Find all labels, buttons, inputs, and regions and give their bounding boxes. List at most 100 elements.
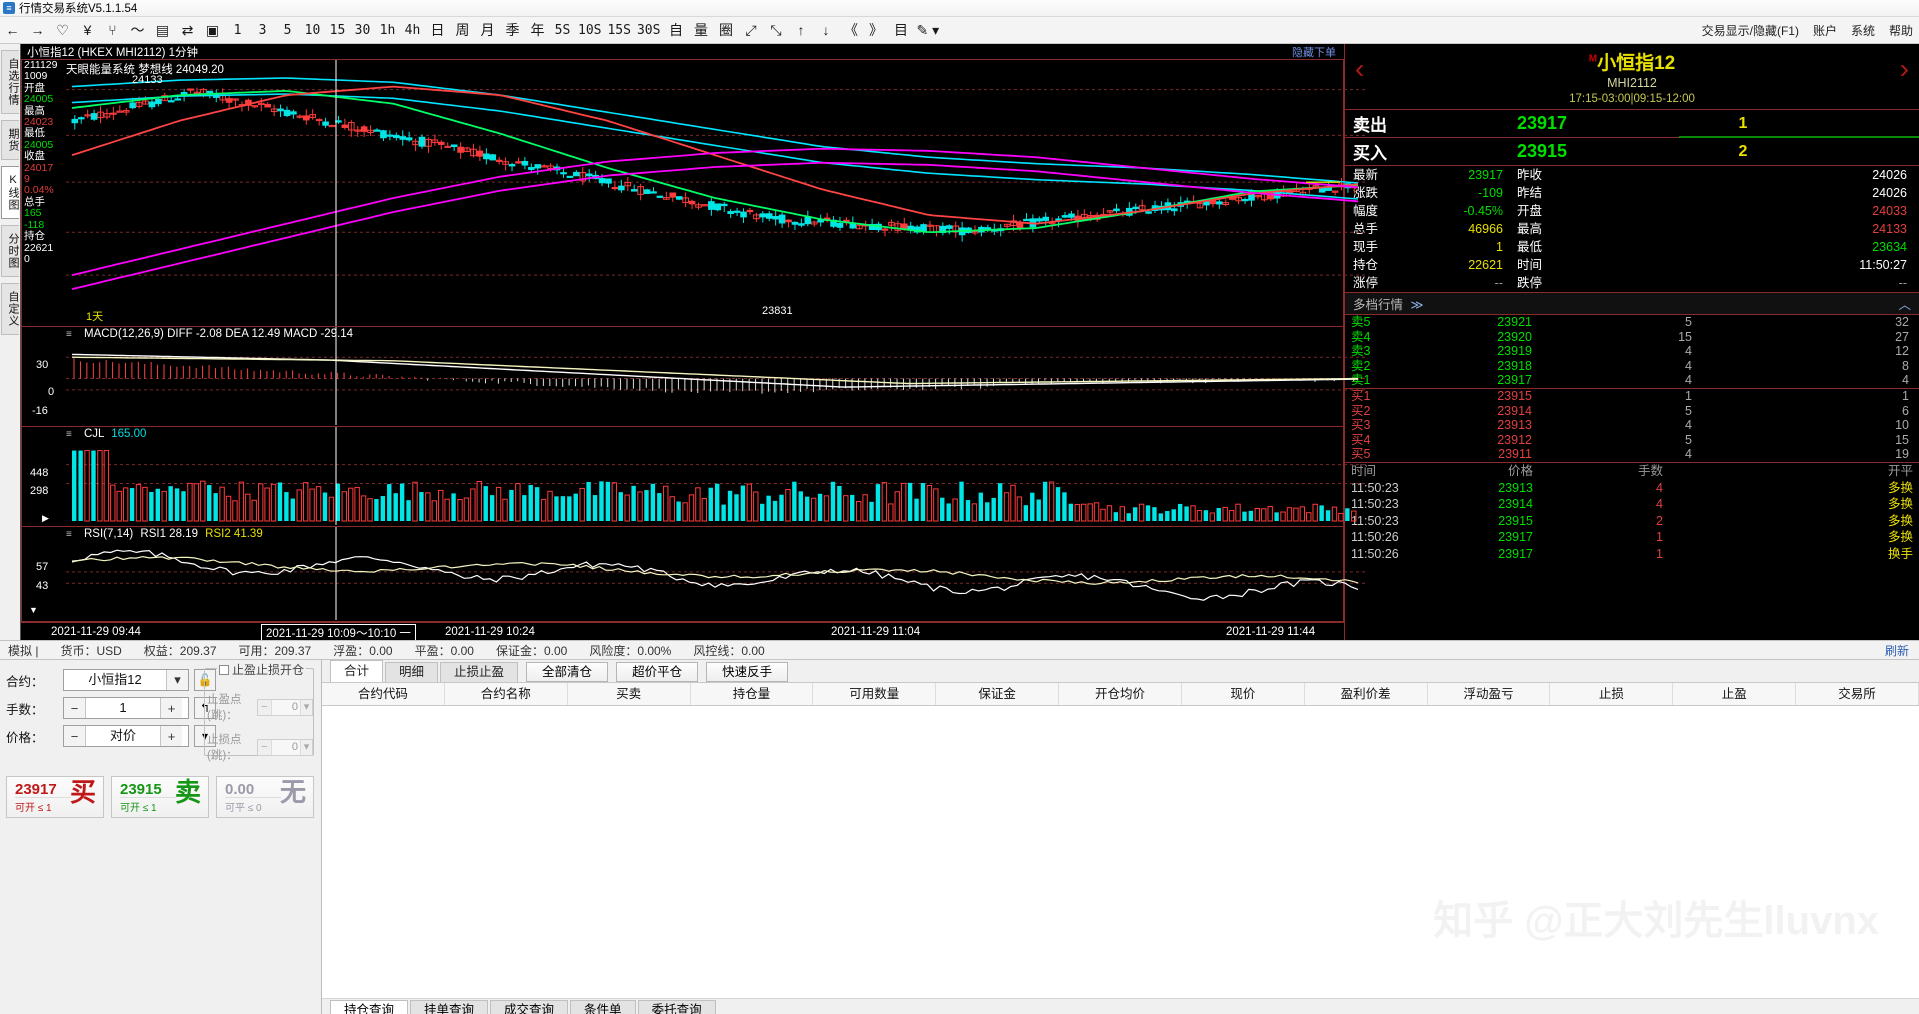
bid-book[interactable]: 买1 23915 1 1 买2 23914 5 6 买3 23913 4 10 买4 23912 5 15 买5… [1345,387,1919,462]
close-all-button[interactable]: 全部清仓 [526,662,609,682]
circle-mode-icon[interactable]: 圈 [713,17,738,43]
period-month[interactable]: 月 [475,17,500,43]
volume-toggle[interactable]: 量 [688,17,713,43]
book-row[interactable]: 买1 23915 1 1 [1345,389,1919,404]
price-chart-svg[interactable] [66,60,1366,326]
book-row[interactable]: 卖3 23919 4 12 [1345,344,1919,359]
volume-panel[interactable]: ≡ CJL 165.00 448 298 ▶ [21,427,1366,527]
tab-stoploss-takeprofit[interactable]: 止损止盈 [440,662,519,682]
column-header[interactable]: 持仓量 [691,683,814,705]
tab-pending-query[interactable]: 挂单查询 [410,1000,489,1014]
period-30[interactable]: 30 [350,17,375,43]
tick-row[interactable]: 11:50:26 23917 1 多换 [1345,529,1919,545]
yen-icon[interactable]: ¥ [75,17,100,43]
price-minus-button[interactable]: − [64,726,86,746]
zoom-in-icon[interactable]: ⤡ [763,17,788,43]
sidebar-item-futures[interactable]: 期货 [1,120,19,160]
column-header[interactable]: 止损 [1550,683,1674,705]
scroll-down-icon[interactable]: ↓ [813,17,838,43]
book-row[interactable]: 买5 23911 4 19 [1345,447,1919,462]
contract-dropdown-icon[interactable]: ▾ [166,670,188,690]
column-header[interactable]: 盈利价差 [1305,683,1428,705]
buy-button[interactable]: 23917 买 可开 ≤ 1 [6,776,104,818]
depth-collapse-icon[interactable]: ︿ [1898,294,1911,313]
sl-caret-icon[interactable]: ▾ [300,739,312,755]
book-row[interactable]: 卖5 23921 5 32 [1345,315,1919,330]
take-profit-stepper[interactable]: − 0 ▾ [257,698,313,716]
column-header[interactable]: 交易所 [1796,683,1919,705]
period-5[interactable]: 5 [275,17,300,43]
column-header[interactable]: 可用数量 [813,683,937,705]
tab-position-query[interactable]: 持仓查询 [330,1000,409,1014]
period-week[interactable]: 周 [450,17,475,43]
tpsl-checkbox[interactable] [219,664,229,675]
tab-fill-query[interactable]: 成交查询 [490,1000,569,1014]
price-panel[interactable]: 天眼能量系统 梦想线 24049.20 211129 1009 开盘 24005… [21,59,1366,327]
tab-detail[interactable]: 明细 [385,662,439,682]
period-day[interactable]: 日 [425,17,450,43]
period-15[interactable]: 15 [325,17,350,43]
contract-input[interactable]: 小恒指12 ▾ [63,669,189,691]
period-custom[interactable]: 自 [663,17,688,43]
period-3[interactable]: 3 [250,17,275,43]
sidebar-item-kline[interactable]: K线图 [1,166,19,219]
price-stepper[interactable]: − 对价 + [63,725,189,747]
period-30s[interactable]: 30S [634,17,663,43]
book-row[interactable]: 买2 23914 5 6 [1345,404,1919,419]
column-header[interactable]: 开仓均价 [1059,683,1182,705]
next-instrument-icon[interactable]: › [1900,55,1909,83]
close-position-button[interactable]: 0.00 无 可平 ≤ 0 [216,776,314,818]
tab-conditional-order[interactable]: 条件单 [570,1000,636,1014]
volume-expand-icon[interactable]: ▶ [42,513,49,524]
sidebar-item-watchlist[interactable]: 自选行情 [1,50,19,114]
column-header[interactable]: 浮动盈亏 [1428,683,1551,705]
period-quarter[interactable]: 季 [500,17,525,43]
page-left-icon[interactable]: 《 [838,17,863,43]
period-1h[interactable]: 1h [375,17,400,43]
line-chart-icon[interactable]: 〜 [125,17,150,43]
bid-row[interactable]: 买入 23915 2 [1345,138,1919,166]
column-header[interactable]: 合约代码 [322,683,445,705]
book-row[interactable]: 买3 23913 4 10 [1345,418,1919,433]
period-10[interactable]: 10 [300,17,325,43]
order-icon[interactable]: ▤ [150,17,175,43]
quick-reverse-button[interactable]: 快速反手 [706,662,789,682]
menu-help[interactable]: 帮助 [1889,22,1913,39]
menu-trade-toggle[interactable]: 交易显示/隐藏(F1) [1702,22,1799,39]
candlestick-icon[interactable]: ⑂ [100,17,125,43]
panel-collapse-icon[interactable]: ▼ [29,605,38,615]
ask-book[interactable]: 卖5 23921 5 32 卖4 23920 15 27 卖3 23919 4 12 卖2 23918 4 8… [1345,315,1919,388]
tab-summary[interactable]: 合计 [330,660,384,682]
period-5s[interactable]: 5S [550,17,575,43]
scroll-up-icon[interactable]: ↑ [788,17,813,43]
period-year[interactable]: 年 [525,17,550,43]
zoom-out-icon[interactable]: ⤢ [738,17,763,43]
layout-icon[interactable]: 目 [888,17,913,43]
market-close-button[interactable]: 超价平仓 [616,662,699,682]
back-icon[interactable]: ← [0,17,25,43]
refresh-icon[interactable]: ⇄ [175,17,200,43]
hide-order-link[interactable]: 隐藏下单 [1292,44,1336,60]
page-right-icon[interactable]: 》 [863,17,888,43]
tab-order-query[interactable]: 委托查询 [637,1000,716,1014]
sidebar-item-custom[interactable]: 自定义 [1,283,19,335]
lots-minus-button[interactable]: − [64,698,86,718]
depth-header[interactable]: 多档行情 ≫ ︿ [1345,292,1919,315]
add-favorite-icon[interactable]: ♡ [50,17,75,43]
save-icon[interactable]: ▣ [200,17,225,43]
lots-stepper[interactable]: − 1 + [63,697,189,719]
sl-minus-button[interactable]: − [258,739,272,755]
rsi-menu-icon[interactable]: ≡ [66,529,72,540]
stop-loss-stepper[interactable]: − 0 ▾ [257,738,313,756]
period-1[interactable]: 1 [225,17,250,43]
draw-icon[interactable]: ✎ ▾ [913,17,942,43]
column-header[interactable]: 合约名称 [445,683,568,705]
forward-icon[interactable]: → [25,17,50,43]
book-row[interactable]: 卖4 23920 15 27 [1345,330,1919,345]
macd-menu-icon[interactable]: ≡ [66,329,72,340]
tick-row[interactable]: 11:50:26 23917 1 换手 [1345,546,1919,562]
tp-minus-button[interactable]: − [258,699,272,715]
tick-row[interactable]: 11:50:23 23915 2 多换 [1345,513,1919,529]
sidebar-item-timeshare[interactable]: 分时图 [1,225,19,277]
rsi-panel[interactable]: ≡ RSI(7,14) RSI1 28.19 RSI2 41.39 57 43 [21,527,1366,622]
